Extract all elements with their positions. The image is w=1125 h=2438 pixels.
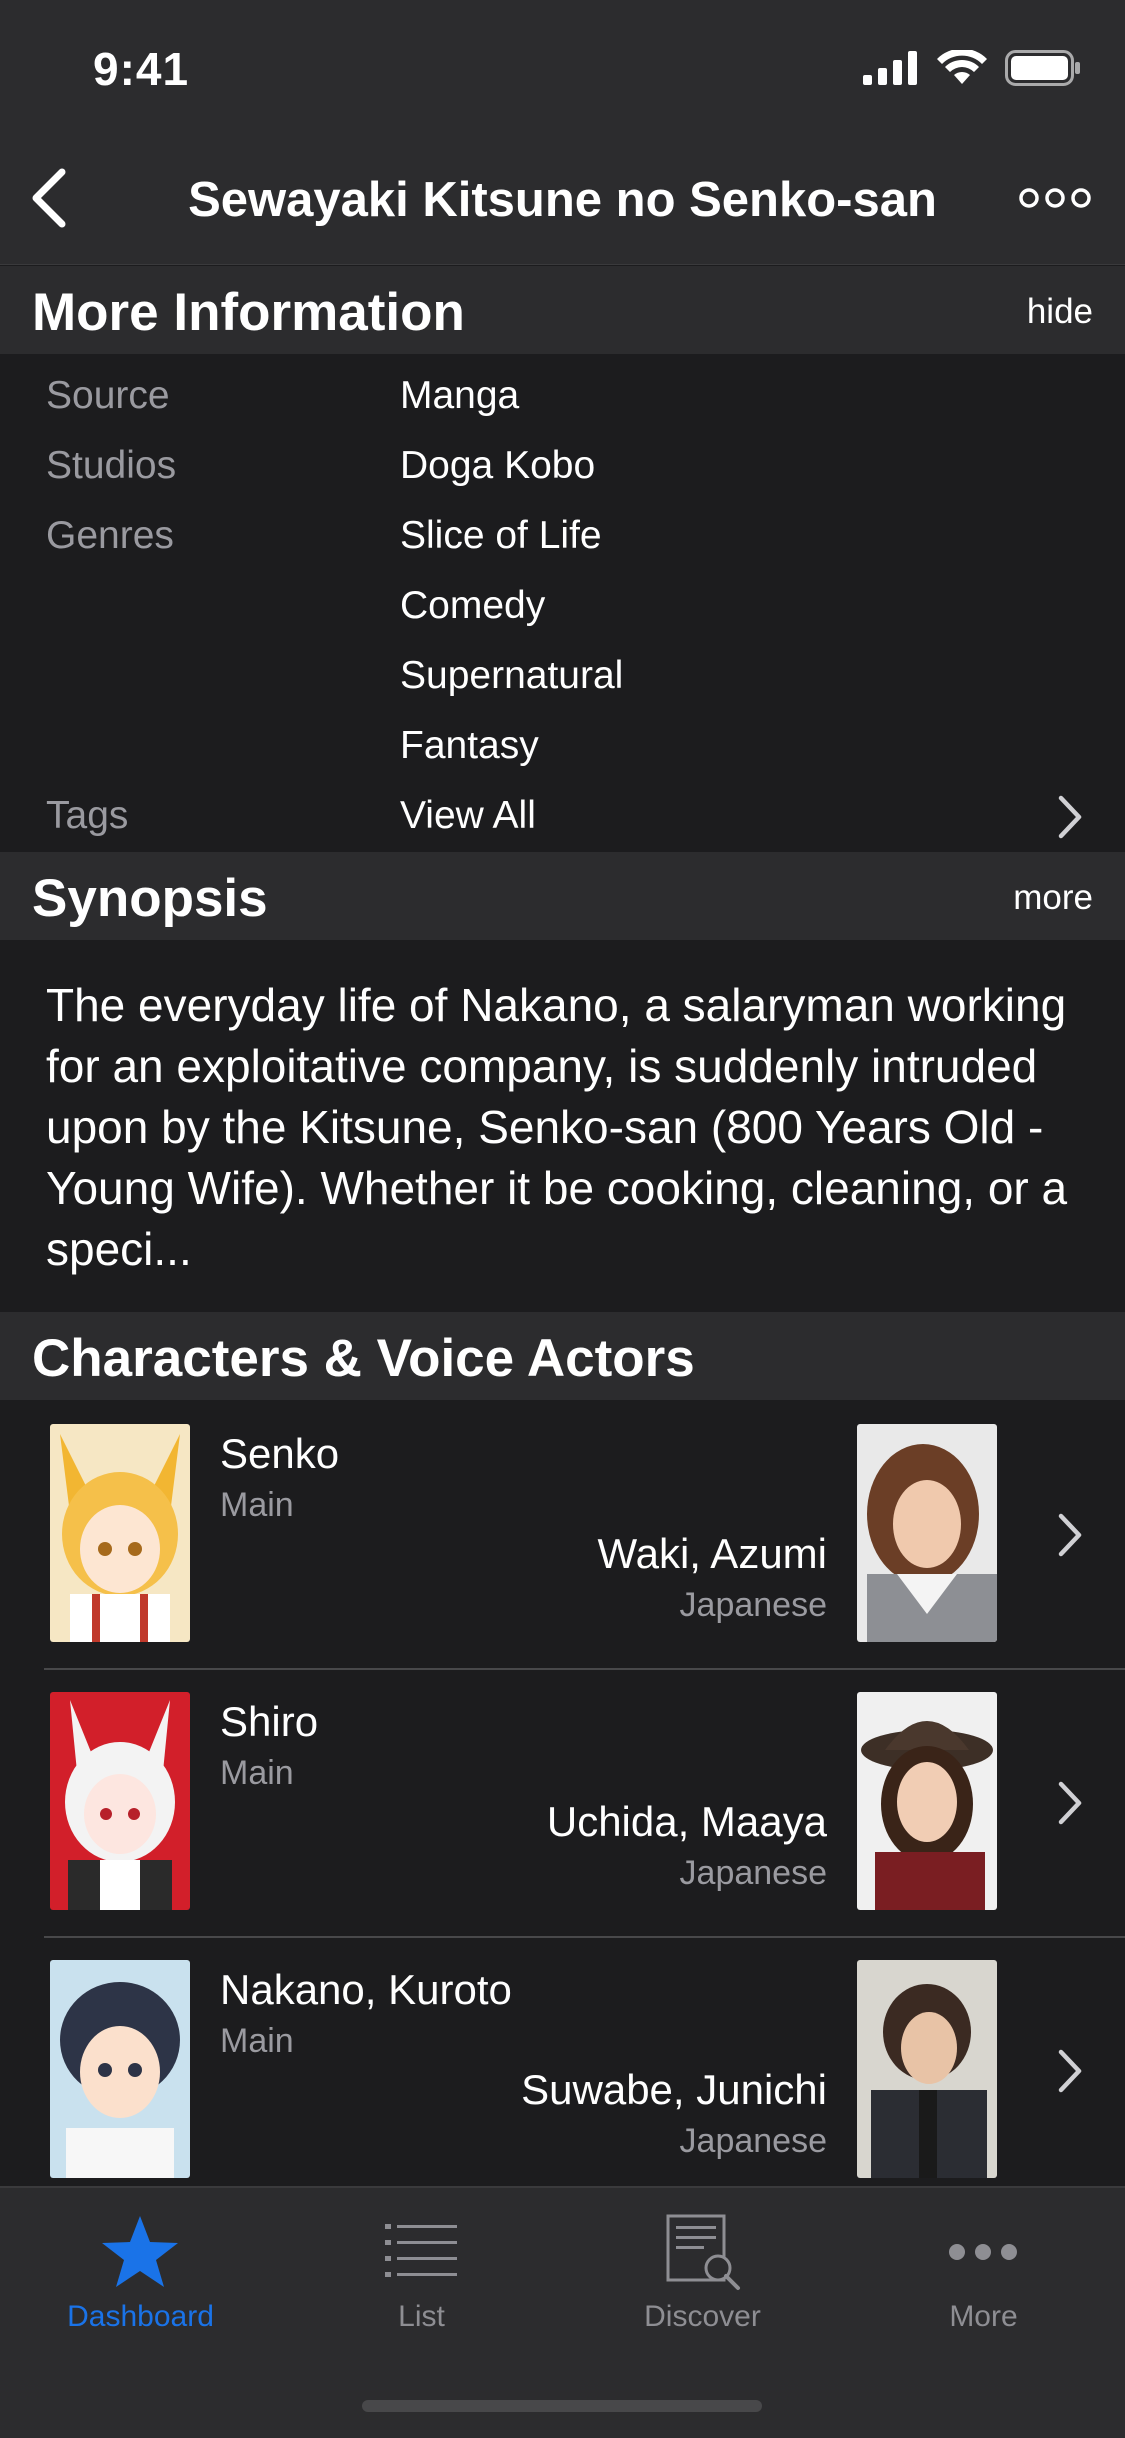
voice-actor-image <box>857 1692 997 1910</box>
character-image <box>50 1424 190 1642</box>
info-label: Genres <box>46 514 174 557</box>
more-dots-icon <box>949 2244 1017 2260</box>
back-chevron-icon[interactable] <box>22 166 82 230</box>
info-label: Source <box>46 374 170 417</box>
voice-actor-image <box>857 1424 997 1642</box>
character-name: Shiro <box>220 1698 319 1745</box>
view-all-tags-link[interactable]: View All <box>400 794 536 838</box>
info-value: Manga <box>400 374 520 417</box>
tab-more[interactable]: More <box>843 2188 1124 2338</box>
wifi-icon <box>937 50 987 84</box>
star-icon <box>102 2216 178 2287</box>
info-value: Slice of Life <box>400 514 602 557</box>
chevron-right-icon <box>1058 795 1082 839</box>
character-row[interactable]: Shiro Main Uchida, Maaya Japanese <box>0 1668 1125 1936</box>
tab-label: Dashboard <box>67 2300 214 2333</box>
tab-discover[interactable]: Discover <box>562 2188 843 2338</box>
character-row[interactable]: Senko Main Waki, Azumi Japanese <box>0 1400 1125 1668</box>
section-title: Synopsis <box>32 869 268 928</box>
home-indicator[interactable] <box>362 2400 762 2412</box>
character-row[interactable]: Nakano, Kuroto Main Suwabe, Junichi Japa… <box>0 1936 1125 2204</box>
info-label: Tags <box>46 794 129 837</box>
character-name: Senko <box>220 1430 340 1477</box>
info-row-genre: Comedy <box>0 572 1125 642</box>
info-label: Studios <box>46 444 177 487</box>
section-title: More Information <box>32 283 465 342</box>
info-row-genres: Genres Slice of Life <box>0 502 1125 572</box>
voice-actor-name: Suwabe, Junichi <box>521 2066 827 2113</box>
info-row-genre: Fantasy <box>0 712 1125 782</box>
status-icons <box>863 50 1081 86</box>
chevron-right-icon <box>1058 2049 1082 2093</box>
status-bar: 9:41 <box>0 0 1125 132</box>
synopsis-text: The everyday life of Nakano, a salaryman… <box>46 979 1068 1275</box>
signal-icon <box>863 51 917 85</box>
more-information-header: More Information hide <box>0 266 1125 354</box>
character-role: Main <box>220 1486 294 1524</box>
tab-dashboard[interactable]: Dashboard <box>0 2188 281 2338</box>
info-value: Fantasy <box>400 724 539 767</box>
voice-actor-language: Japanese <box>679 1586 827 1624</box>
voice-actor-name: Waki, Azumi <box>597 1530 827 1577</box>
info-row-tags[interactable]: Tags View All <box>0 782 1125 852</box>
voice-actor-language: Japanese <box>679 2122 827 2160</box>
chevron-right-icon <box>1058 1513 1082 1557</box>
tab-label: List <box>398 2300 445 2333</box>
info-row-studios: Studios Doga Kobo <box>0 432 1125 502</box>
section-title: Characters & Voice Actors <box>32 1329 695 1388</box>
tab-label: More <box>949 2300 1018 2333</box>
info-row-genre: Supernatural <box>0 642 1125 712</box>
more-button[interactable]: more <box>1013 878 1093 918</box>
chevron-right-icon <box>1058 1781 1082 1825</box>
character-role: Main <box>220 2022 294 2060</box>
character-role: Main <box>220 1754 294 1792</box>
synopsis-header: Synopsis more <box>0 852 1125 940</box>
status-time: 9:41 <box>93 43 190 95</box>
info-row-source: Source Manga <box>0 362 1125 432</box>
characters-header: Characters & Voice Actors <box>0 1312 1125 1400</box>
battery-icon <box>1005 50 1080 86</box>
character-image <box>50 1960 190 2178</box>
discover-icon <box>666 2214 740 2290</box>
character-image <box>50 1692 190 1910</box>
navigation-bar: Sewayaki Kitsune no Senko-san <box>0 132 1125 265</box>
ellipsis-menu-icon[interactable] <box>1015 178 1095 218</box>
voice-actor-language: Japanese <box>679 1854 827 1892</box>
voice-actor-name: Uchida, Maaya <box>546 1798 827 1845</box>
page-title: Sewayaki Kitsune no Senko-san <box>188 173 937 227</box>
info-value: Supernatural <box>400 654 624 697</box>
info-value: Doga Kobo <box>400 444 596 487</box>
list-icon <box>385 2224 457 2277</box>
character-name: Nakano, Kuroto <box>220 1966 512 2013</box>
tab-label: Discover <box>644 2300 761 2333</box>
info-value: Comedy <box>400 584 546 627</box>
voice-actor-image <box>857 1960 997 2178</box>
tab-list[interactable]: List <box>281 2188 562 2338</box>
hide-button[interactable]: hide <box>1027 292 1093 332</box>
